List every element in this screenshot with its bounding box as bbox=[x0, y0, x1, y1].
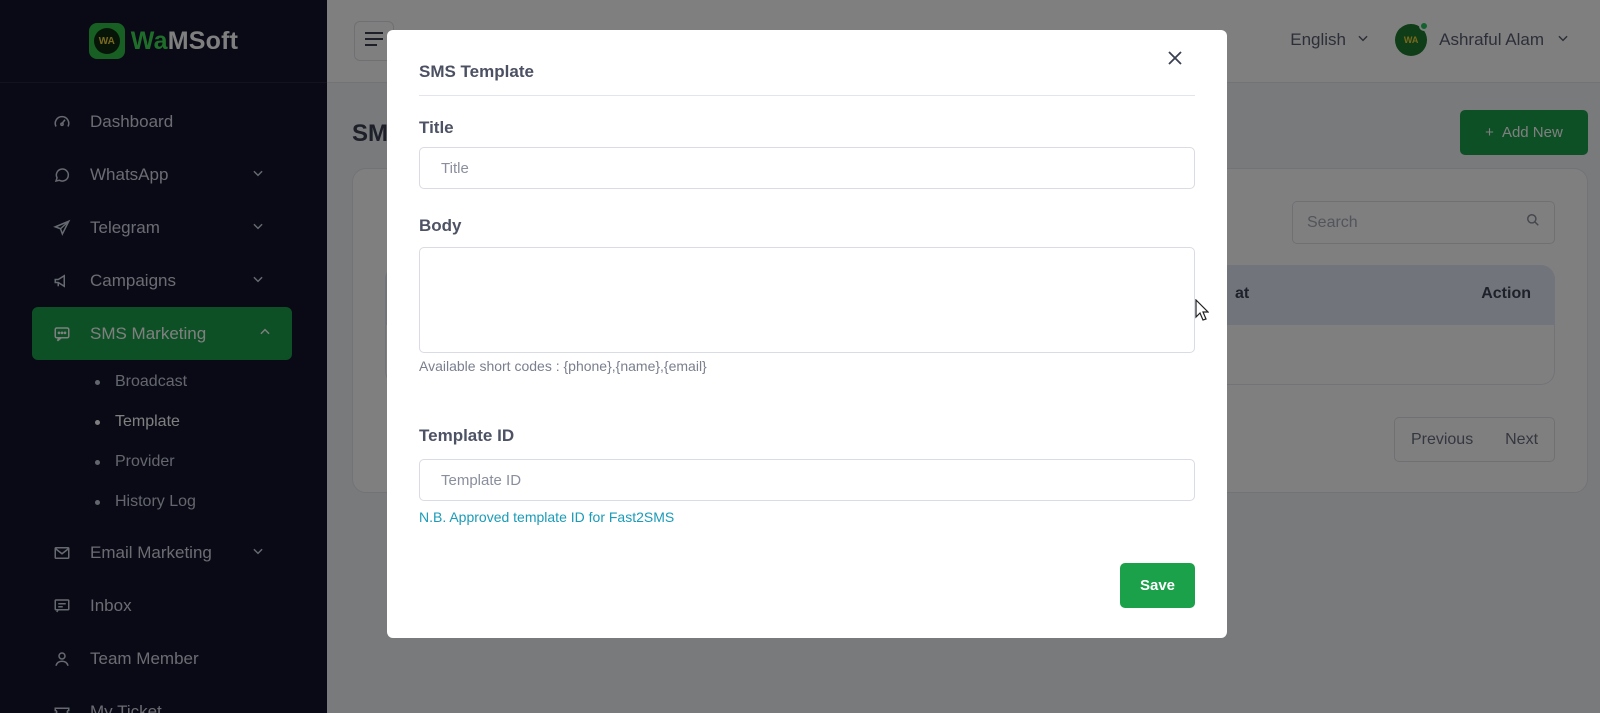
save-button[interactable]: Save bbox=[1120, 563, 1195, 608]
modal-title: SMS Template bbox=[419, 62, 534, 81]
body-label: Body bbox=[419, 216, 462, 235]
mouse-cursor-icon bbox=[1195, 298, 1210, 326]
title-label: Title bbox=[419, 118, 454, 137]
title-input[interactable] bbox=[419, 147, 1195, 189]
template-id-label: Template ID bbox=[419, 426, 515, 445]
template-id-note: N.B. Approved template ID for Fast2SMS bbox=[419, 509, 675, 525]
template-id-input[interactable] bbox=[419, 459, 1195, 501]
modal-header: SMS Template bbox=[419, 30, 1195, 96]
short-codes-hint: Available short codes : {phone},{name},{… bbox=[419, 358, 707, 374]
close-icon bbox=[1167, 50, 1183, 71]
body-textarea[interactable] bbox=[419, 247, 1195, 353]
close-button[interactable] bbox=[1165, 50, 1185, 70]
sms-template-modal: SMS Template Title Body Available short … bbox=[387, 30, 1227, 638]
